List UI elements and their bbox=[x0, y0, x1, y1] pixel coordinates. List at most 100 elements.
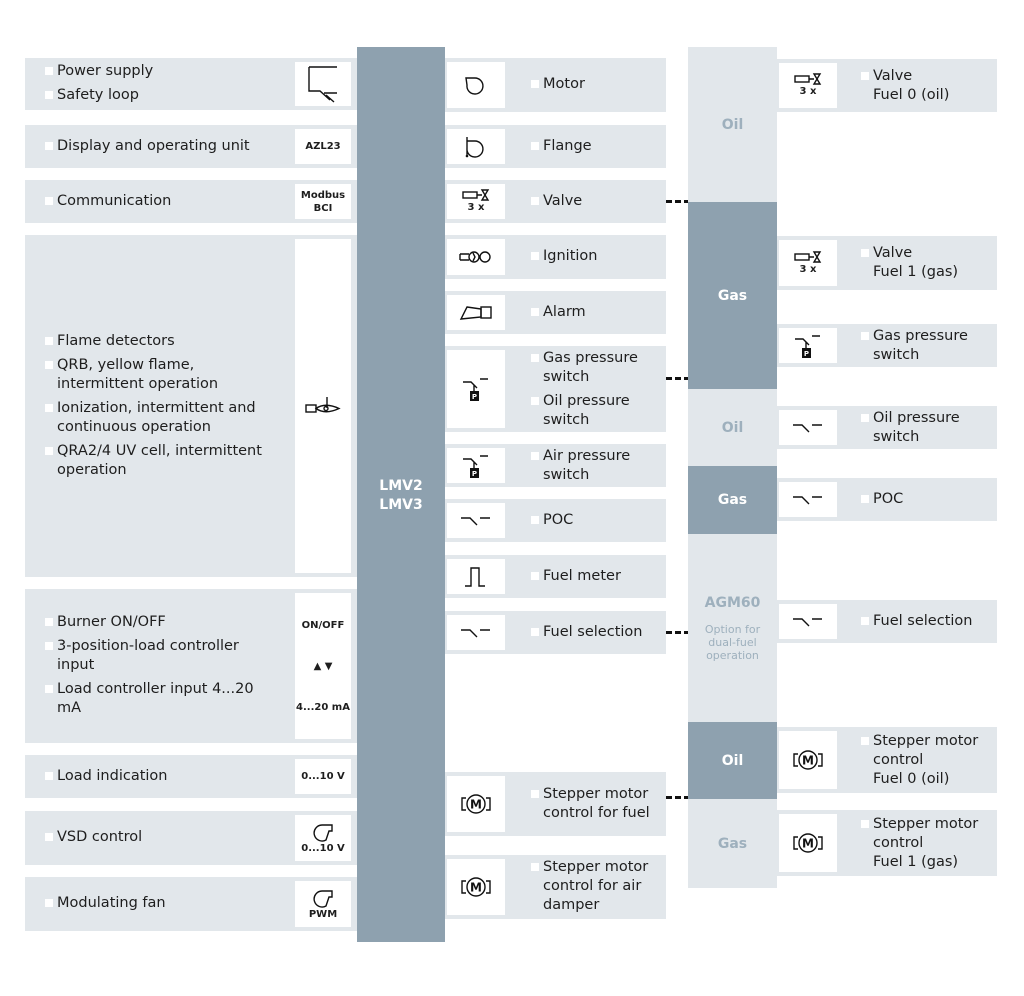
right-row-icon-box: M bbox=[779, 731, 837, 789]
item-label: Load controller input 4...20 mA bbox=[45, 680, 265, 718]
valve-icon bbox=[794, 73, 822, 85]
svg-text:P: P bbox=[804, 350, 809, 358]
agm-segment-note: Option for bbox=[704, 622, 761, 636]
right-row-3: P Gas pressure switch bbox=[777, 324, 997, 367]
agm-segment-gas: Gas bbox=[688, 202, 777, 389]
item-labels: VSD control bbox=[45, 828, 265, 852]
item-label: Modulating fan bbox=[45, 894, 265, 913]
left-row-6: 0...10 V Load indication bbox=[25, 755, 357, 798]
icon-caption: 3 x bbox=[799, 263, 817, 275]
middle-row-icon-box bbox=[447, 129, 505, 164]
safety-loop-icon bbox=[306, 64, 340, 104]
central-unit-label-2: LMV3 bbox=[379, 497, 423, 513]
item-labels: Fuel meter bbox=[531, 567, 659, 591]
fan-icon bbox=[310, 822, 336, 842]
item-labels: Ignition bbox=[531, 247, 659, 271]
item-labels: Valve Fuel 0 (oil) bbox=[861, 67, 991, 110]
item-labels: Alarm bbox=[531, 303, 659, 327]
item-labels: Motor bbox=[531, 75, 659, 99]
icon-caption: 3 x bbox=[467, 202, 485, 213]
agm-segment-oil: Oil bbox=[688, 47, 777, 202]
item-label: Valve Fuel 0 (oil) bbox=[861, 67, 991, 105]
item-label: Stepper motor control for fuel bbox=[531, 785, 659, 823]
item-labels: Flange bbox=[531, 137, 659, 161]
icon-caption: 4...20 mA bbox=[296, 701, 350, 713]
agm-segment-label: Oil bbox=[721, 752, 744, 769]
item-labels: Stepper motor control for fuel bbox=[531, 785, 659, 828]
item-labels: Display and operating unit bbox=[45, 137, 265, 161]
left-row-3: Modbus BCI Communication bbox=[25, 180, 357, 223]
icon-caption: 0...10 V bbox=[301, 842, 345, 854]
item-label: Power supply bbox=[45, 62, 265, 81]
right-row-icon-box bbox=[779, 410, 837, 445]
item-label: Fuel meter bbox=[531, 567, 659, 586]
item-label: Alarm bbox=[531, 303, 659, 322]
item-label: Valve bbox=[531, 192, 659, 211]
item-labels: POC bbox=[861, 490, 991, 514]
fan-icon bbox=[310, 888, 336, 908]
item-label: Load indication bbox=[45, 767, 265, 786]
pulse-icon bbox=[463, 566, 489, 588]
right-row-2: 3 x Valve Fuel 1 (gas) bbox=[777, 236, 997, 290]
right-row-6: Fuel selection bbox=[777, 600, 997, 643]
right-row-icon-box: 3 x bbox=[779, 63, 837, 108]
switch-icon bbox=[791, 422, 825, 434]
item-label: Burner ON/OFF bbox=[45, 613, 265, 632]
item-labels: Valve bbox=[531, 192, 659, 216]
item-label: Ignition bbox=[531, 247, 659, 266]
left-row-icon-box: Modbus BCI bbox=[295, 184, 351, 219]
dashed-connector-2 bbox=[666, 377, 688, 380]
pressure-switch-icon: P bbox=[461, 452, 491, 480]
middle-row-icon-box bbox=[447, 559, 505, 594]
item-label: Fuel selection bbox=[531, 623, 659, 642]
item-label: Ionization, intermittent and continuous … bbox=[45, 399, 265, 437]
agm-segment-gas: Gas bbox=[688, 799, 777, 888]
item-labels: Valve Fuel 1 (gas) bbox=[861, 244, 991, 287]
middle-row-icon-box bbox=[447, 239, 505, 275]
item-label: Stepper motor control for air damper bbox=[531, 858, 659, 915]
switch-icon bbox=[459, 515, 493, 527]
svg-text:M: M bbox=[802, 837, 814, 851]
item-labels: Oil pressure switch bbox=[861, 409, 991, 452]
switch-icon bbox=[459, 627, 493, 639]
item-label: Flame detectors bbox=[45, 332, 265, 351]
item-labels: Air pressure switch bbox=[531, 447, 659, 490]
item-labels: Modulating fan bbox=[45, 894, 265, 918]
stepper-motor-icon: M bbox=[459, 877, 493, 897]
flame-detector-icon bbox=[305, 396, 341, 416]
agm-segment-label: Gas bbox=[717, 492, 748, 508]
agm-segment-label: Gas bbox=[717, 287, 748, 304]
left-row-icon-box: 0...10 V bbox=[295, 815, 351, 861]
switch-icon bbox=[791, 616, 825, 628]
agm-segment-agm60: AGM60 Option for dual-fuel operation bbox=[688, 534, 777, 722]
item-labels: Communication bbox=[45, 192, 265, 216]
item-labels: Stepper motor control Fuel 0 (oil) bbox=[861, 732, 991, 794]
middle-row-4: Ignition bbox=[445, 235, 666, 279]
agm-segment-label: Oil bbox=[721, 419, 744, 436]
icon-caption: ▲ ▼ bbox=[313, 660, 333, 672]
middle-row-icon-box: 3 x bbox=[447, 184, 505, 219]
dashed-connector-1 bbox=[666, 200, 688, 203]
right-row-1: 3 x Valve Fuel 0 (oil) bbox=[777, 59, 997, 112]
item-label: QRA2/4 UV cell, intermittent operation bbox=[45, 442, 265, 480]
left-row-icon-box: ON/OFF ▲ ▼ 4...20 mA bbox=[295, 593, 351, 739]
left-row-8: PWM Modulating fan bbox=[25, 877, 357, 931]
middle-row-icon-box bbox=[447, 62, 505, 108]
agm-segment-oil: Oil bbox=[688, 389, 777, 466]
icon-caption: BCI bbox=[313, 202, 333, 214]
item-label: POC bbox=[861, 490, 991, 509]
icon-caption: AZL23 bbox=[305, 141, 341, 152]
icon-caption: ON/OFF bbox=[301, 619, 345, 631]
item-label: Valve Fuel 1 (gas) bbox=[861, 244, 991, 282]
item-label: QRB, yellow flame, intermittent operatio… bbox=[45, 356, 265, 394]
middle-row-icon-box bbox=[447, 295, 505, 330]
icon-caption: Modbus bbox=[300, 189, 346, 201]
item-label: VSD control bbox=[45, 828, 265, 847]
item-label: Oil pressure switch bbox=[531, 392, 659, 430]
middle-row-icon-box: P bbox=[447, 350, 505, 428]
icon-caption: 3 x bbox=[799, 86, 817, 97]
middle-row-icon-box bbox=[447, 503, 505, 538]
right-row-8: M Stepper motor control Fuel 1 (gas) bbox=[777, 810, 997, 876]
middle-row-12: M Stepper motor control for air damper bbox=[445, 855, 666, 919]
stepper-motor-icon: M bbox=[791, 750, 825, 770]
